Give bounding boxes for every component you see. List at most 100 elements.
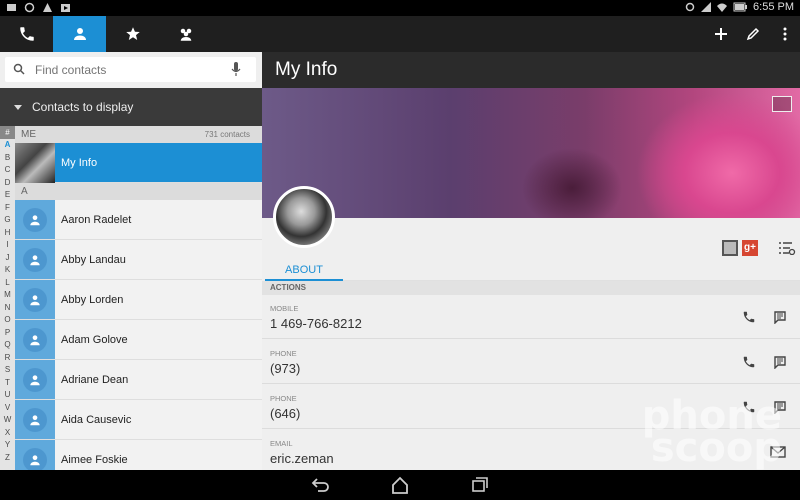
- recent-apps-icon[interactable]: [470, 475, 490, 495]
- entry-type: PHONE: [270, 394, 297, 403]
- tab-about[interactable]: ABOUT: [265, 258, 343, 282]
- index-letter-d[interactable]: D: [0, 177, 15, 190]
- list-item[interactable]: Abby Lorden: [15, 280, 262, 320]
- entry-value: (646): [270, 406, 301, 421]
- person-icon: [30, 334, 40, 345]
- battery-icon: [733, 2, 748, 12]
- person-icon: [30, 294, 40, 305]
- index-letter-u[interactable]: U: [0, 389, 15, 402]
- person-icon: [30, 254, 40, 265]
- index-letter-s[interactable]: S: [0, 364, 15, 377]
- microphone-icon[interactable]: [231, 62, 241, 77]
- detail-entry-phone[interactable]: PHONE (973): [262, 340, 800, 384]
- edit-icon[interactable]: [746, 27, 760, 41]
- status-bar: 6:55 PM: [0, 0, 800, 16]
- alphabet-index[interactable]: # ABCDEFGHIJKLMNOPQRSTUVWXYZ: [0, 126, 15, 470]
- index-letter-h[interactable]: H: [0, 227, 15, 240]
- index-letter-w[interactable]: W: [0, 414, 15, 427]
- person-icon: [30, 454, 40, 465]
- tab-phone[interactable]: [0, 16, 53, 52]
- tab-favorites[interactable]: [106, 16, 159, 52]
- index-letter-e[interactable]: E: [0, 189, 15, 202]
- index-hash[interactable]: #: [0, 126, 15, 139]
- detail-entry-mobile[interactable]: MOBILE 1 469-766-8212: [262, 295, 800, 339]
- section-header-a: A: [15, 183, 262, 200]
- phone-icon: [19, 27, 34, 41]
- index-letter-b[interactable]: B: [0, 152, 15, 165]
- google-plus-icon[interactable]: g+: [742, 240, 758, 256]
- search-input[interactable]: [35, 61, 225, 78]
- index-letter-x[interactable]: X: [0, 427, 15, 440]
- person-icon: [30, 414, 40, 425]
- contact-name: Adriane Dean: [61, 373, 129, 386]
- clock: 6:55 PM: [753, 1, 794, 13]
- action-bar: [0, 16, 800, 52]
- actions-header: ACTIONS: [262, 281, 800, 295]
- back-icon[interactable]: [310, 475, 330, 495]
- tab-contacts[interactable]: [53, 16, 106, 52]
- star-icon: [125, 27, 140, 40]
- list-item[interactable]: Aida Causevic: [15, 400, 262, 440]
- entry-type: EMAIL: [270, 439, 293, 448]
- default-avatar: [15, 440, 55, 470]
- default-avatar: [15, 240, 55, 279]
- default-avatar: [15, 320, 55, 359]
- section-label: ME: [21, 129, 36, 140]
- index-letter-t[interactable]: T: [0, 377, 15, 390]
- home-icon[interactable]: [390, 475, 410, 495]
- index-letter-i[interactable]: I: [0, 239, 15, 252]
- group-icon: [180, 28, 191, 41]
- mail-icon: [7, 4, 16, 11]
- account-services: g+: [722, 240, 796, 256]
- entry-value: (973): [270, 361, 301, 376]
- list-item[interactable]: Abby Landau: [15, 240, 262, 280]
- list-item[interactable]: Adam Golove: [15, 320, 262, 360]
- list-item[interactable]: Aaron Radelet: [15, 200, 262, 240]
- list-settings-icon[interactable]: [778, 241, 796, 255]
- index-letter-c[interactable]: C: [0, 164, 15, 177]
- index-letter-l[interactable]: L: [0, 277, 15, 290]
- watermark-line2: scoop: [650, 425, 782, 470]
- index-letter-m[interactable]: M: [0, 289, 15, 302]
- detail-tabs: ABOUT: [265, 258, 800, 282]
- index-letter-g[interactable]: G: [0, 214, 15, 227]
- contacts-to-display-filter[interactable]: Contacts to display: [0, 88, 262, 126]
- index-letter-o[interactable]: O: [0, 314, 15, 327]
- system-icons: 6:55 PM: [685, 1, 794, 13]
- contact-list: ME 731 contacts My Info A Aaron Radelet A…: [15, 126, 262, 470]
- overflow-menu-icon[interactable]: [778, 27, 792, 41]
- index-letter-q[interactable]: Q: [0, 339, 15, 352]
- default-avatar: [15, 200, 55, 239]
- default-avatar: [15, 280, 55, 319]
- warning-icon: [43, 3, 52, 12]
- index-letter-n[interactable]: N: [0, 302, 15, 315]
- dropdown-arrow-icon: [14, 104, 22, 110]
- profile-photo[interactable]: [273, 186, 335, 248]
- index-letter-a[interactable]: A: [0, 139, 15, 152]
- edit-cover-icon[interactable]: [772, 96, 792, 112]
- index-letter-j[interactable]: J: [0, 252, 15, 265]
- tab-groups[interactable]: [159, 16, 212, 52]
- contact-detail-pane: My Info g+ ABOUT ACTIONS MOBILE 1 469-766…: [262, 52, 800, 470]
- contact-name: Aimee Foskie: [61, 453, 128, 466]
- index-letter-r[interactable]: R: [0, 352, 15, 365]
- message-icon[interactable]: [772, 355, 786, 374]
- call-icon[interactable]: [742, 355, 756, 374]
- index-letter-k[interactable]: K: [0, 264, 15, 277]
- list-item[interactable]: Aimee Foskie: [15, 440, 262, 470]
- list-item-my-info[interactable]: My Info: [15, 142, 262, 183]
- index-letter-p[interactable]: P: [0, 327, 15, 340]
- search-box[interactable]: [5, 57, 256, 82]
- message-icon[interactable]: [772, 310, 786, 329]
- index-letter-y[interactable]: Y: [0, 439, 15, 452]
- index-letter-f[interactable]: F: [0, 202, 15, 215]
- call-icon[interactable]: [742, 310, 756, 329]
- device-account-icon[interactable]: [722, 240, 738, 256]
- contact-name: Aida Causevic: [61, 413, 132, 426]
- index-letter-v[interactable]: V: [0, 402, 15, 415]
- list-item[interactable]: Adriane Dean: [15, 360, 262, 400]
- index-letter-z[interactable]: Z: [0, 452, 15, 465]
- add-icon[interactable]: [714, 27, 728, 41]
- contact-name: Aaron Radelet: [61, 213, 132, 226]
- avatar: [15, 142, 55, 183]
